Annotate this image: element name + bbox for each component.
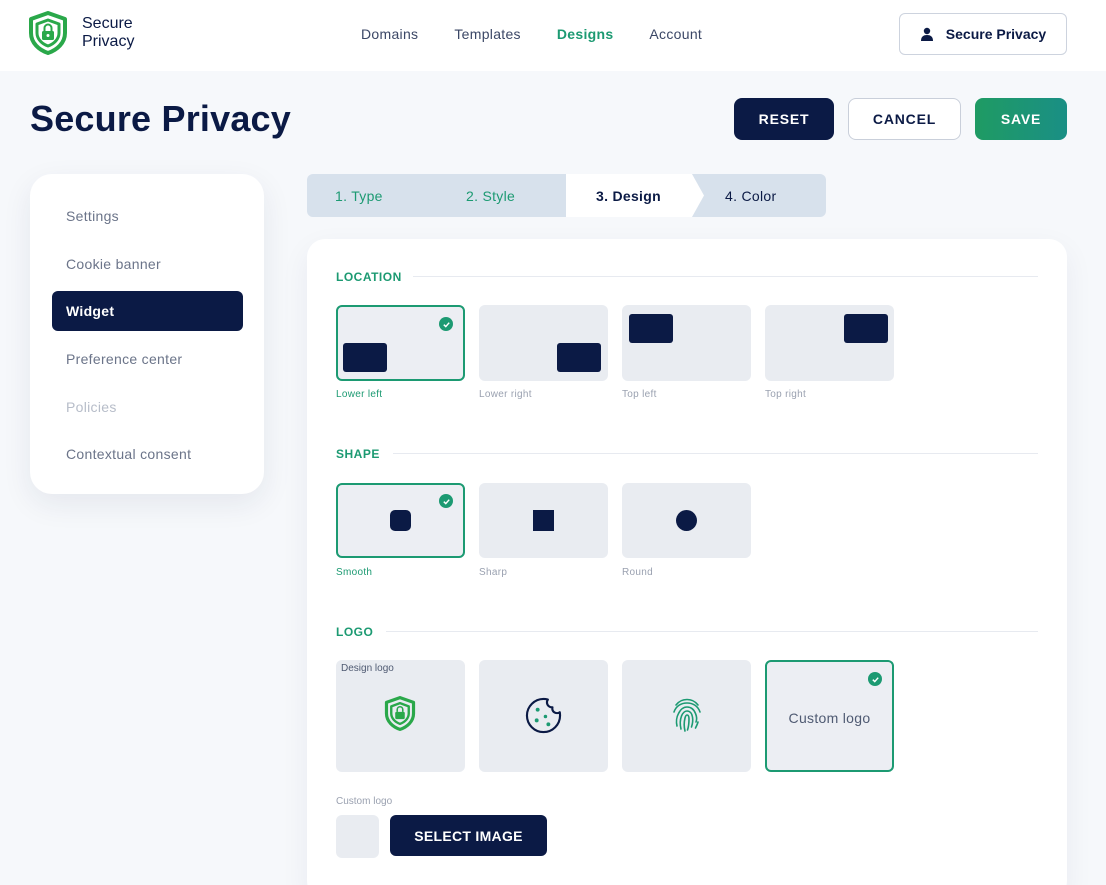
step-style[interactable]: 2. Style xyxy=(466,174,515,217)
account-button-label: Secure Privacy xyxy=(945,26,1047,42)
location-option-lower-left[interactable] xyxy=(336,305,465,381)
brand-line-2: Privacy xyxy=(82,33,135,50)
fingerprint-icon xyxy=(673,698,701,732)
round-shape-preview xyxy=(676,510,697,531)
step-color[interactable]: 4. Color xyxy=(725,174,776,217)
banner-preview xyxy=(343,343,387,372)
design-card: LOCATION Lower left Lower right Top left… xyxy=(307,239,1067,885)
sidebar-item-policies: Policies xyxy=(66,399,117,415)
nav-account[interactable]: Account xyxy=(649,26,702,42)
shape-option-smooth[interactable] xyxy=(336,483,465,558)
location-label-top-right: Top right xyxy=(765,389,807,400)
design-logo-tag: Design logo xyxy=(341,663,394,674)
user-icon xyxy=(920,27,933,41)
section-divider xyxy=(393,453,1038,454)
sidebar: Settings Cookie banner Widget Preference… xyxy=(30,174,264,494)
nav-domains[interactable]: Domains xyxy=(361,26,418,42)
custom-logo-field-label: Custom logo xyxy=(336,796,393,807)
shape-label-round: Round xyxy=(622,567,653,578)
banner-preview xyxy=(629,314,673,343)
nav-designs[interactable]: Designs xyxy=(557,26,614,42)
custom-logo-preview xyxy=(336,815,379,858)
logo-option-fingerprint[interactable] xyxy=(622,660,751,772)
logo-option-cookie[interactable] xyxy=(479,660,608,772)
location-option-top-left[interactable] xyxy=(622,305,751,381)
sharp-shape-preview xyxy=(533,510,554,531)
section-divider xyxy=(386,631,1038,632)
reset-button[interactable]: RESET xyxy=(734,98,834,140)
page-title: Secure Privacy xyxy=(30,98,291,139)
location-option-lower-right[interactable] xyxy=(479,305,608,381)
brand-name: Secure Privacy xyxy=(82,15,134,51)
shape-option-sharp[interactable] xyxy=(479,483,608,558)
brand-line-1: Secure xyxy=(82,15,133,32)
location-label-top-left: Top left xyxy=(622,389,657,400)
step-design[interactable]: 3. Design xyxy=(596,174,661,217)
shape-section-title: SHAPE xyxy=(336,447,380,461)
logo-option-design[interactable]: Design logo xyxy=(336,660,465,772)
select-image-button[interactable]: SELECT IMAGE xyxy=(390,815,547,856)
sidebar-item-cookie-banner[interactable]: Cookie banner xyxy=(52,244,243,284)
nav-templates[interactable]: Templates xyxy=(454,26,521,42)
custom-logo-option-label: Custom logo xyxy=(788,710,871,726)
top-navigation-bar: Secure Privacy Domains Templates Designs… xyxy=(0,0,1106,71)
location-section-title: LOCATION xyxy=(336,270,402,284)
section-divider xyxy=(413,276,1038,277)
cancel-button[interactable]: CANCEL xyxy=(848,98,961,140)
sidebar-item-preference-center[interactable]: Preference center xyxy=(52,339,243,379)
step-type[interactable]: 1. Type xyxy=(335,174,383,217)
banner-preview xyxy=(844,314,888,343)
location-label-lower-right: Lower right xyxy=(479,389,532,400)
banner-preview xyxy=(557,343,601,372)
shape-label-smooth: Smooth xyxy=(336,567,373,578)
main-nav: Domains Templates Designs Account xyxy=(361,26,738,42)
sidebar-item-widget[interactable]: Widget xyxy=(52,291,243,331)
sidebar-item-settings[interactable]: Settings xyxy=(52,196,243,236)
save-button[interactable]: SAVE xyxy=(975,98,1067,140)
brand-logo[interactable]: Secure Privacy xyxy=(28,11,134,55)
shield-logo-icon xyxy=(29,11,67,55)
location-label-lower-left: Lower left xyxy=(336,389,383,400)
smooth-shape-preview xyxy=(390,510,411,531)
shape-label-sharp: Sharp xyxy=(479,567,508,578)
shape-option-round[interactable] xyxy=(622,483,751,558)
shield-logo-icon xyxy=(384,696,416,731)
cookie-icon xyxy=(525,697,562,734)
location-option-top-right[interactable] xyxy=(765,305,894,381)
check-icon xyxy=(439,317,453,331)
logo-section-title: LOGO xyxy=(336,625,374,639)
logo-option-custom[interactable]: Custom logo xyxy=(765,660,894,772)
account-button[interactable]: Secure Privacy xyxy=(899,13,1067,55)
check-icon xyxy=(868,672,882,686)
check-icon xyxy=(439,494,453,508)
design-stepper: 1. Type 2. Style 3. Design 4. Color xyxy=(307,174,826,217)
sidebar-item-contextual-consent[interactable]: Contextual consent xyxy=(52,434,243,474)
